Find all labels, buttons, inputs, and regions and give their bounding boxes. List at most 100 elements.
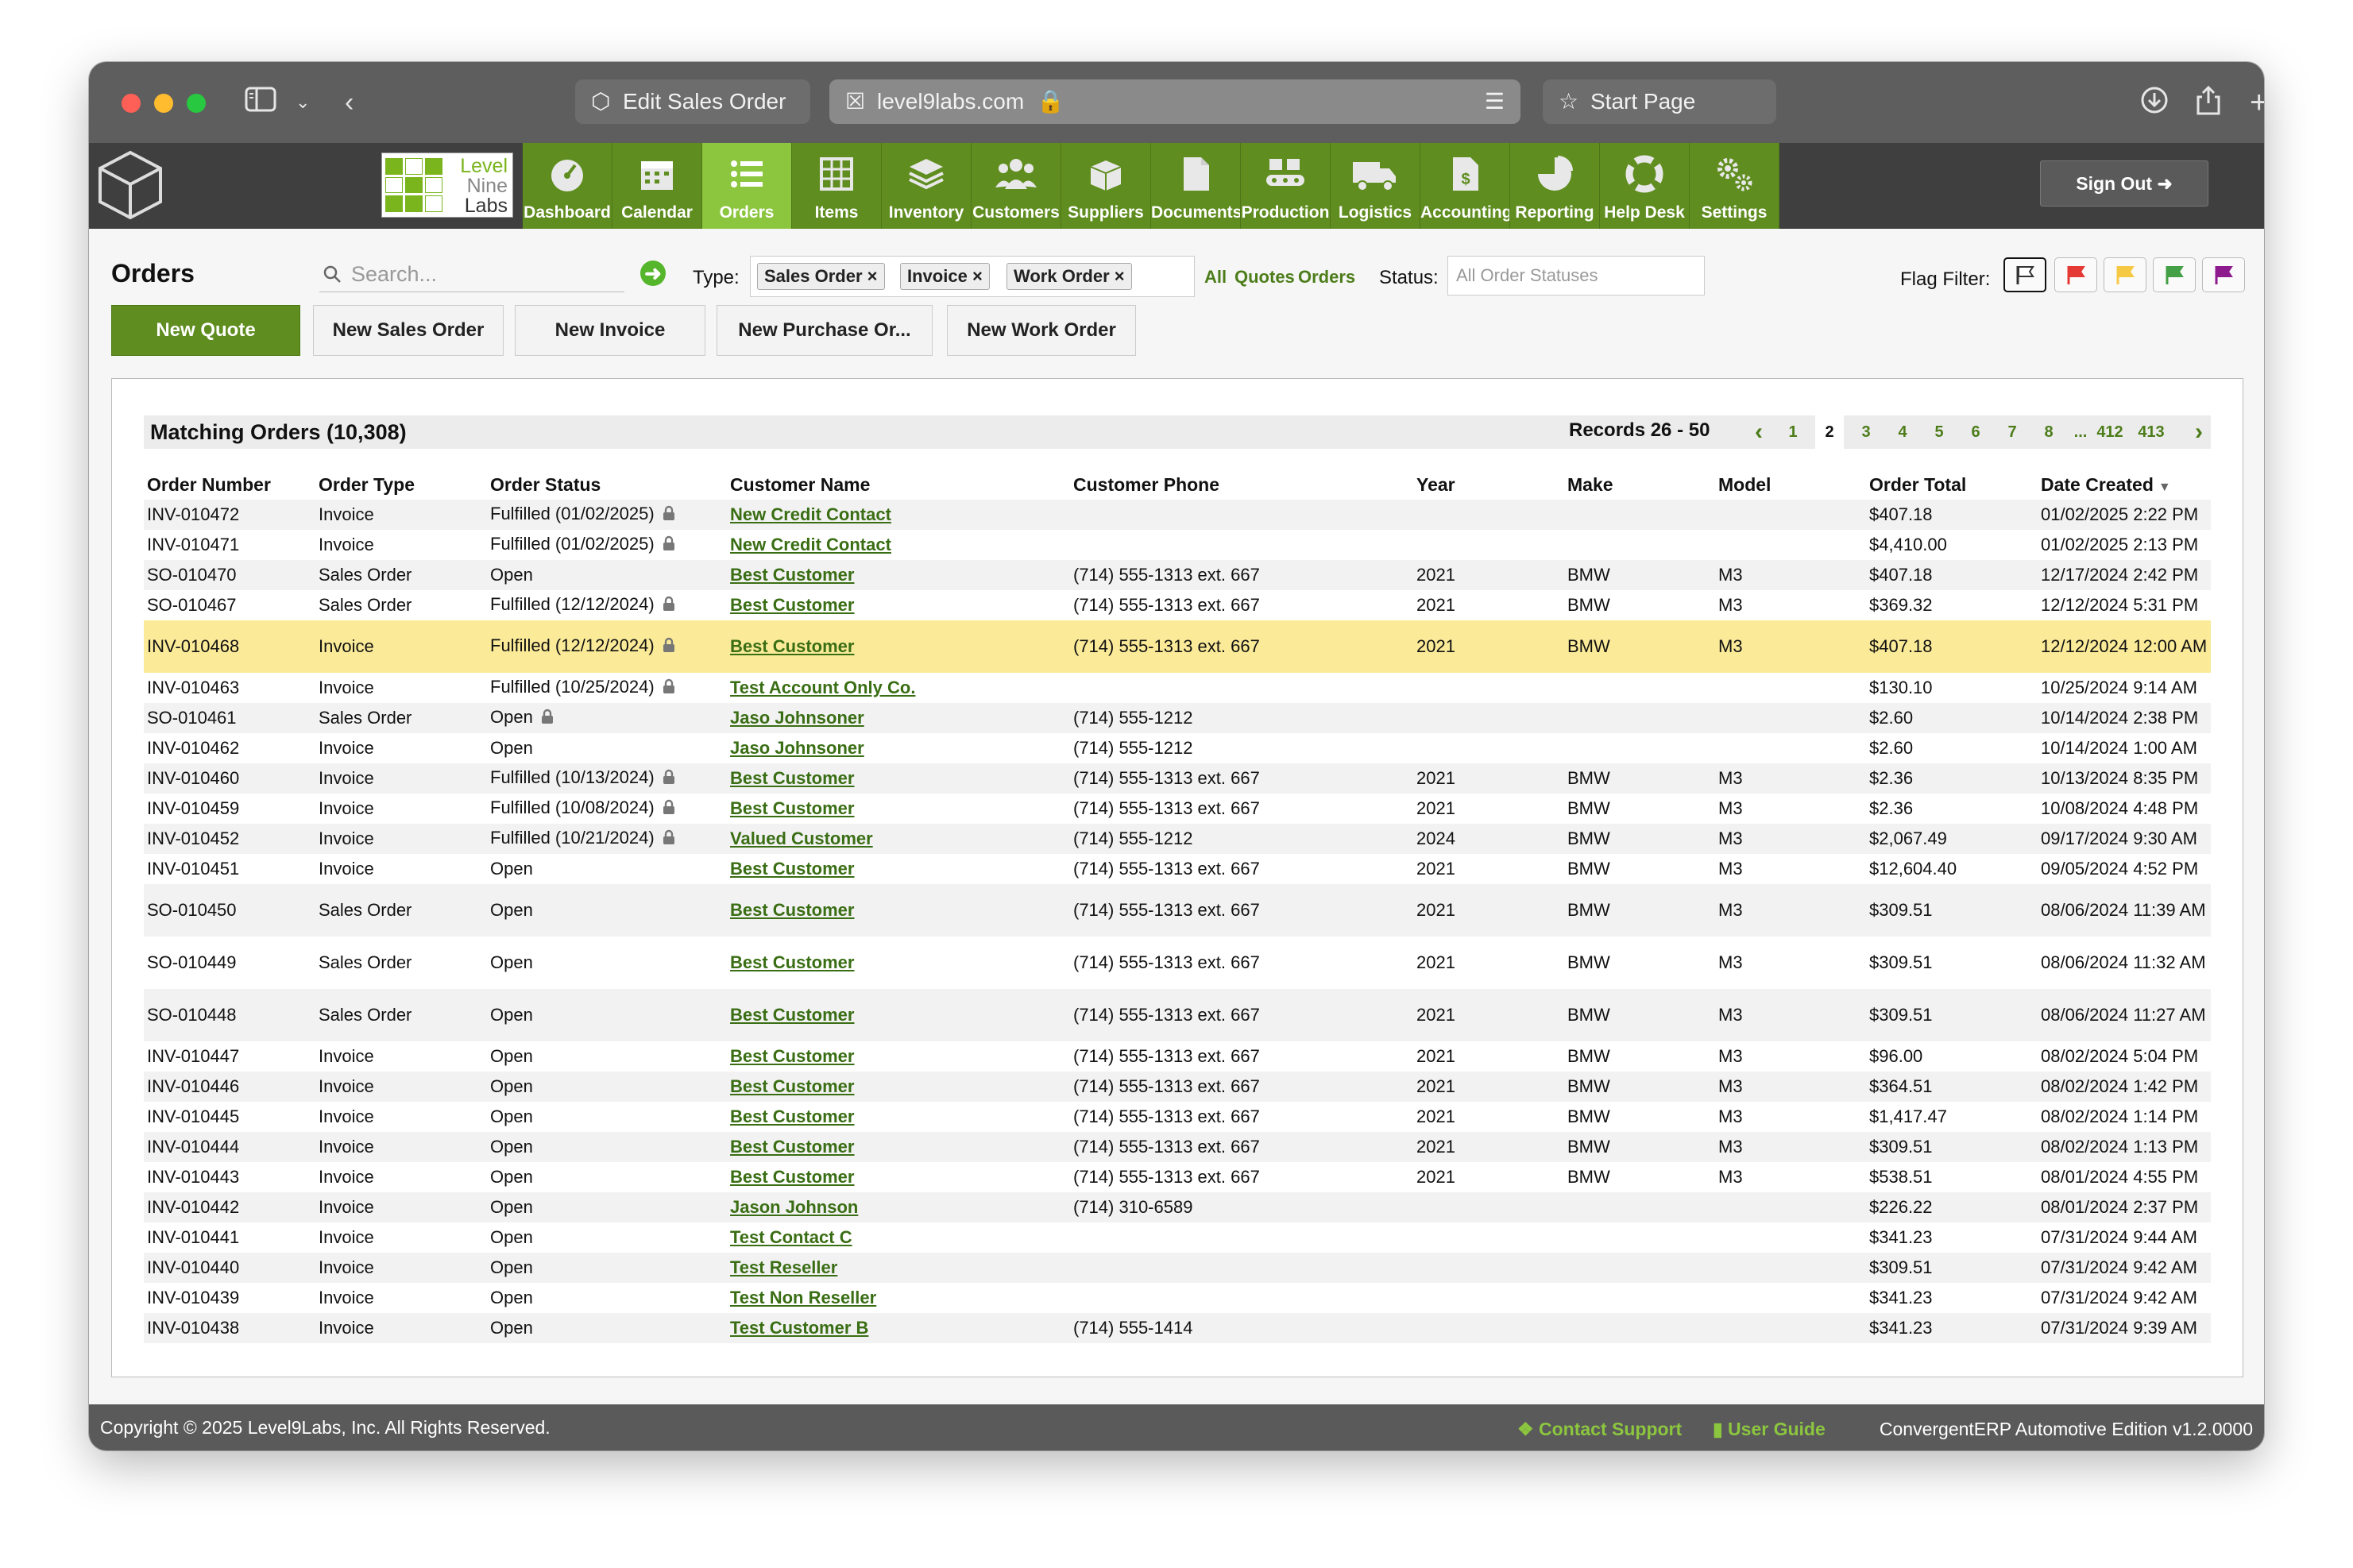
type-chip-invoice[interactable]: Invoice ×	[900, 263, 990, 290]
back-chevron-icon[interactable]: ‹	[345, 86, 354, 119]
customer-link[interactable]: Best Customer	[730, 1005, 854, 1025]
customer-link[interactable]: Jaso Johnsoner	[730, 708, 864, 728]
nav-settings[interactable]: Settings	[1690, 143, 1779, 229]
chevron-down-icon[interactable]: ⌄	[296, 86, 310, 119]
nav-items[interactable]: Items	[792, 143, 882, 229]
page-link[interactable]: 5	[1925, 415, 1953, 449]
customer-link[interactable]: Jason Johnson	[730, 1197, 858, 1217]
sidebar-icon[interactable]	[245, 86, 276, 121]
flag-filter-none[interactable]	[2003, 257, 2046, 292]
table-row[interactable]: INV-010438 Invoice Open Test Customer B (714…	[144, 1313, 2211, 1343]
flag-filter-color[interactable]	[2054, 257, 2097, 292]
customer-link[interactable]: Best Customer	[730, 636, 854, 656]
zoom-window-button[interactable]	[187, 94, 206, 113]
share-icon[interactable]	[2196, 85, 2221, 124]
table-row[interactable]: INV-010445 Invoice Open Best Customer (714) …	[144, 1102, 2211, 1132]
table-row[interactable]: INV-010463 Invoice Fulfilled (10/25/2024) T…	[144, 673, 2211, 703]
table-row[interactable]: INV-010459 Invoice Fulfilled (10/08/2024) B…	[144, 794, 2211, 824]
page-link[interactable]: 6	[1961, 415, 1990, 449]
browser-tab-start-page[interactable]: ☆ Start Page	[1543, 79, 1776, 124]
remove-chip-icon[interactable]: ×	[972, 266, 983, 286]
nav-calendar[interactable]: Calendar	[612, 143, 702, 229]
new-purchase-or-button[interactable]: New Purchase Or...	[717, 305, 933, 356]
table-row[interactable]: INV-010447 Invoice Open Best Customer (714) …	[144, 1041, 2211, 1072]
customer-link[interactable]: Best Customer	[730, 1046, 854, 1066]
close-window-button[interactable]	[122, 94, 141, 113]
table-row[interactable]: INV-010440 Invoice Open Test Reseller $309.5…	[144, 1253, 2211, 1283]
customer-link[interactable]: Best Customer	[730, 1167, 854, 1187]
table-row[interactable]: INV-010443 Invoice Open Best Customer (714) …	[144, 1162, 2211, 1192]
customer-link[interactable]: Best Customer	[730, 1076, 854, 1096]
nav-orders[interactable]: Orders	[702, 143, 792, 229]
page-link[interactable]: 7	[1998, 415, 2027, 449]
column-header-order-status[interactable]: Order Status	[487, 469, 727, 500]
user-guide-link[interactable]: ▮ User Guide	[1713, 1419, 1826, 1440]
table-row[interactable]: SO-010461 Sales Order Open Jaso Johnsoner (7…	[144, 703, 2211, 733]
level-nine-labs-logo[interactable]: Level Nine Labs	[381, 153, 513, 218]
new-work-order-button[interactable]: New Work Order	[947, 305, 1136, 356]
column-header-date-created[interactable]: Date Created ▼	[2038, 469, 2211, 500]
table-row[interactable]: INV-010439 Invoice Open Test Non Reseller $3…	[144, 1283, 2211, 1313]
table-row[interactable]: SO-010448 Sales Order Open Best Customer (71…	[144, 989, 2211, 1041]
column-header-customer-name[interactable]: Customer Name	[727, 469, 1070, 500]
customer-link[interactable]: Best Customer	[730, 565, 854, 585]
flag-filter-color[interactable]	[2153, 257, 2196, 292]
nav-documents[interactable]: Documents	[1151, 143, 1241, 229]
flag-filter-color[interactable]	[2104, 257, 2146, 292]
column-header-order-total[interactable]: Order Total	[1866, 469, 2038, 500]
table-row[interactable]: SO-010450 Sales Order Open Best Customer (71…	[144, 884, 2211, 937]
remove-chip-icon[interactable]: ×	[1115, 266, 1125, 286]
contact-support-link[interactable]: ❖ Contact Support	[1517, 1419, 1682, 1440]
type-link-quotes[interactable]: Quotes	[1234, 267, 1295, 288]
nav-customers[interactable]: Customers	[972, 143, 1061, 229]
customer-link[interactable]: New Credit Contact	[730, 504, 891, 524]
column-header-year[interactable]: Year	[1413, 469, 1564, 500]
type-link-all[interactable]: All	[1204, 267, 1227, 288]
table-row[interactable]: INV-010446 Invoice Open Best Customer (714) …	[144, 1072, 2211, 1102]
customer-link[interactable]: Best Customer	[730, 1137, 854, 1157]
customer-link[interactable]: Valued Customer	[730, 828, 873, 848]
minimize-window-button[interactable]	[154, 94, 173, 113]
customer-link[interactable]: Best Customer	[730, 900, 854, 920]
page-link[interactable]: 3	[1852, 415, 1880, 449]
new-quote-button[interactable]: New Quote	[111, 305, 300, 356]
customer-link[interactable]: Best Customer	[730, 768, 854, 788]
table-row[interactable]: SO-010449 Sales Order Open Best Customer (71…	[144, 937, 2211, 989]
table-row[interactable]: INV-010462 Invoice Open Jaso Johnsoner (714)…	[144, 733, 2211, 763]
prev-page-chevron-icon[interactable]: ‹	[1747, 415, 1771, 449]
page-link[interactable]: 1	[1779, 415, 1807, 449]
customer-link[interactable]: New Credit Contact	[730, 535, 891, 554]
table-row[interactable]: INV-010452 Invoice Fulfilled (10/21/2024) V…	[144, 824, 2211, 854]
download-icon[interactable]	[2140, 86, 2169, 122]
table-row[interactable]: INV-010444 Invoice Open Best Customer (714) …	[144, 1132, 2211, 1162]
page-link[interactable]: 8	[2034, 415, 2063, 449]
nav-logistics[interactable]: Logistics	[1331, 143, 1420, 229]
reader-icon[interactable]: ☰	[1485, 79, 1505, 124]
nav-help-desk[interactable]: Help Desk	[1600, 143, 1690, 229]
customer-link[interactable]: Test Contact C	[730, 1227, 852, 1247]
sign-out-button[interactable]: Sign Out ➜	[2040, 160, 2208, 207]
page-link[interactable]: 413	[2133, 415, 2169, 449]
column-header-order-number[interactable]: Order Number	[144, 469, 315, 500]
browser-tab-edit-sales-order[interactable]: ⬡ Edit Sales Order	[575, 79, 810, 124]
nav-suppliers[interactable]: Suppliers	[1061, 143, 1151, 229]
table-row[interactable]: INV-010460 Invoice Fulfilled (10/13/2024) B…	[144, 763, 2211, 794]
page-link[interactable]: 2	[1815, 415, 1844, 449]
flag-filter-color[interactable]	[2202, 257, 2245, 292]
address-bar[interactable]: ☒ level9labs.com 🔒 ☰	[829, 79, 1520, 124]
type-filter-input[interactable]: Sales Order × Invoice × Work Order ×	[750, 256, 1195, 297]
type-chip-work-order[interactable]: Work Order ×	[1006, 263, 1132, 290]
table-row[interactable]: INV-010442 Invoice Open Jason Johnson (714) …	[144, 1192, 2211, 1222]
customer-link[interactable]: Best Customer	[730, 1106, 854, 1126]
customer-link[interactable]: Test Account Only Co.	[730, 678, 915, 697]
new-sales-order-button[interactable]: New Sales Order	[313, 305, 504, 356]
cube-logo-icon[interactable]	[97, 149, 164, 221]
customer-link[interactable]: Test Non Reseller	[730, 1288, 876, 1307]
nav-production[interactable]: Production	[1241, 143, 1331, 229]
new-invoice-button[interactable]: New Invoice	[515, 305, 705, 356]
type-chip-sales-order[interactable]: Sales Order ×	[757, 263, 885, 290]
table-row[interactable]: INV-010468 Invoice Fulfilled (12/12/2024) B…	[144, 620, 2211, 673]
customer-link[interactable]: Best Customer	[730, 798, 854, 818]
table-row[interactable]: SO-010470 Sales Order Open Best Customer (71…	[144, 560, 2211, 590]
customer-link[interactable]: Jaso Johnsoner	[730, 738, 864, 758]
